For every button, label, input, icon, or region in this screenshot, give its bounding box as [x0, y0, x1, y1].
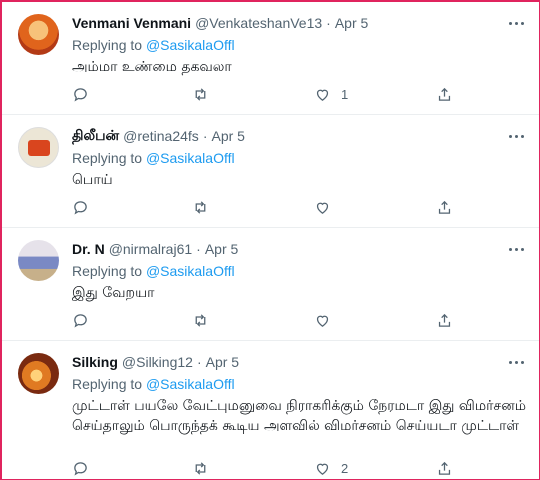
share-icon	[438, 313, 451, 327]
replying-prefix: Replying to	[72, 37, 143, 53]
more-icon[interactable]	[506, 241, 526, 257]
author-name[interactable]: திலீபன்	[72, 127, 119, 146]
like-icon	[316, 202, 329, 214]
replying-to: Replying to @SasikalaOffl	[72, 148, 526, 168]
like-icon	[316, 463, 329, 475]
avatar[interactable]	[18, 14, 59, 55]
share-button[interactable]	[436, 199, 453, 216]
mention-link[interactable]: @SasikalaOffl	[146, 150, 235, 166]
separator-dot: ·	[326, 15, 331, 31]
tweet[interactable]: Silking @Silking12 · Apr 5 Replying to @…	[2, 341, 539, 479]
separator-dot: ·	[196, 241, 201, 257]
like-icon	[316, 89, 329, 101]
reply-icon	[74, 88, 87, 102]
more-icon[interactable]	[506, 15, 526, 31]
tweet-date[interactable]: Apr 5	[205, 241, 238, 257]
retweet-button[interactable]	[192, 86, 209, 103]
action-bar: 2	[2, 460, 539, 479]
tweet-text: முட்டாள் பயலே வேட்புமனுவை நிராகரிக்கும் …	[72, 398, 527, 434]
tweet-text: அம்மா உண்மை தகவலா	[72, 59, 232, 75]
retweet-button[interactable]	[192, 312, 209, 329]
like-icon	[316, 315, 329, 327]
avatar[interactable]	[18, 127, 59, 168]
tweet[interactable]: Venmani Venmani @VenkateshanVe13 · Apr 5…	[2, 2, 539, 115]
author-handle[interactable]: @Silking12	[122, 354, 193, 370]
share-button[interactable]	[436, 312, 453, 329]
reply-button[interactable]	[72, 460, 89, 477]
like-count: 2	[341, 461, 349, 476]
tweet[interactable]: திலீபன் @retina24fs · Apr 5 Replying to …	[2, 115, 539, 228]
share-button[interactable]	[436, 460, 453, 477]
author-handle[interactable]: @nirmalraj61	[109, 241, 192, 257]
replying-to: Replying to @SasikalaOffl	[72, 374, 526, 394]
author-name[interactable]: Venmani Venmani	[72, 15, 191, 31]
replying-prefix: Replying to	[72, 150, 143, 166]
share-icon	[438, 461, 451, 475]
like-button[interactable]	[314, 312, 341, 329]
like-button[interactable]: 2	[314, 460, 348, 477]
reply-thread: Venmani Venmani @VenkateshanVe13 · Apr 5…	[0, 0, 540, 480]
avatar[interactable]	[18, 240, 59, 281]
retweet-icon	[195, 88, 206, 101]
mention-link[interactable]: @SasikalaOffl	[146, 263, 235, 279]
reply-icon	[74, 201, 87, 215]
separator-dot: ·	[202, 128, 208, 144]
action-bar: 1	[2, 86, 539, 108]
share-icon	[438, 87, 451, 101]
retweet-icon	[195, 201, 206, 214]
replying-prefix: Replying to	[72, 263, 143, 279]
reply-icon	[74, 462, 87, 476]
mention-link[interactable]: @SasikalaOffl	[146, 37, 235, 53]
more-icon[interactable]	[506, 354, 526, 370]
tweet[interactable]: Dr. N @nirmalraj61 · Apr 5 Replying to @…	[2, 228, 539, 341]
replying-prefix: Replying to	[72, 376, 143, 392]
tweet-text: பொய்	[72, 172, 113, 188]
retweet-icon	[195, 462, 206, 475]
share-icon	[438, 200, 451, 214]
author-name[interactable]: Silking	[72, 354, 118, 370]
action-bar	[2, 199, 539, 221]
author-handle[interactable]: @VenkateshanVe13	[195, 15, 322, 31]
like-count: 1	[341, 87, 349, 102]
replying-to: Replying to @SasikalaOffl	[72, 261, 526, 281]
reply-button[interactable]	[72, 86, 89, 103]
like-button[interactable]: 1	[314, 86, 348, 103]
share-button[interactable]	[436, 86, 453, 103]
retweet-icon	[195, 314, 206, 327]
author-name[interactable]: Dr. N	[72, 241, 105, 257]
tweet-date[interactable]: Apr 5	[206, 354, 239, 370]
avatar[interactable]	[18, 353, 59, 394]
tweet-date[interactable]: Apr 5	[335, 15, 368, 31]
action-bar	[2, 312, 539, 334]
replying-to: Replying to @SasikalaOffl	[72, 35, 526, 55]
author-handle[interactable]: @retina24fs	[123, 128, 199, 144]
tweet-date[interactable]: Apr 5	[211, 128, 244, 144]
retweet-button[interactable]	[192, 460, 209, 477]
mention-link[interactable]: @SasikalaOffl	[146, 376, 235, 392]
reply-button[interactable]	[72, 199, 89, 216]
reply-button[interactable]	[72, 312, 89, 329]
like-button[interactable]	[314, 199, 341, 216]
tweet-text: இது வேறயா	[72, 285, 155, 301]
more-icon[interactable]	[506, 128, 526, 144]
retweet-button[interactable]	[192, 199, 209, 216]
separator-dot: ·	[196, 354, 202, 370]
reply-icon	[74, 314, 87, 328]
